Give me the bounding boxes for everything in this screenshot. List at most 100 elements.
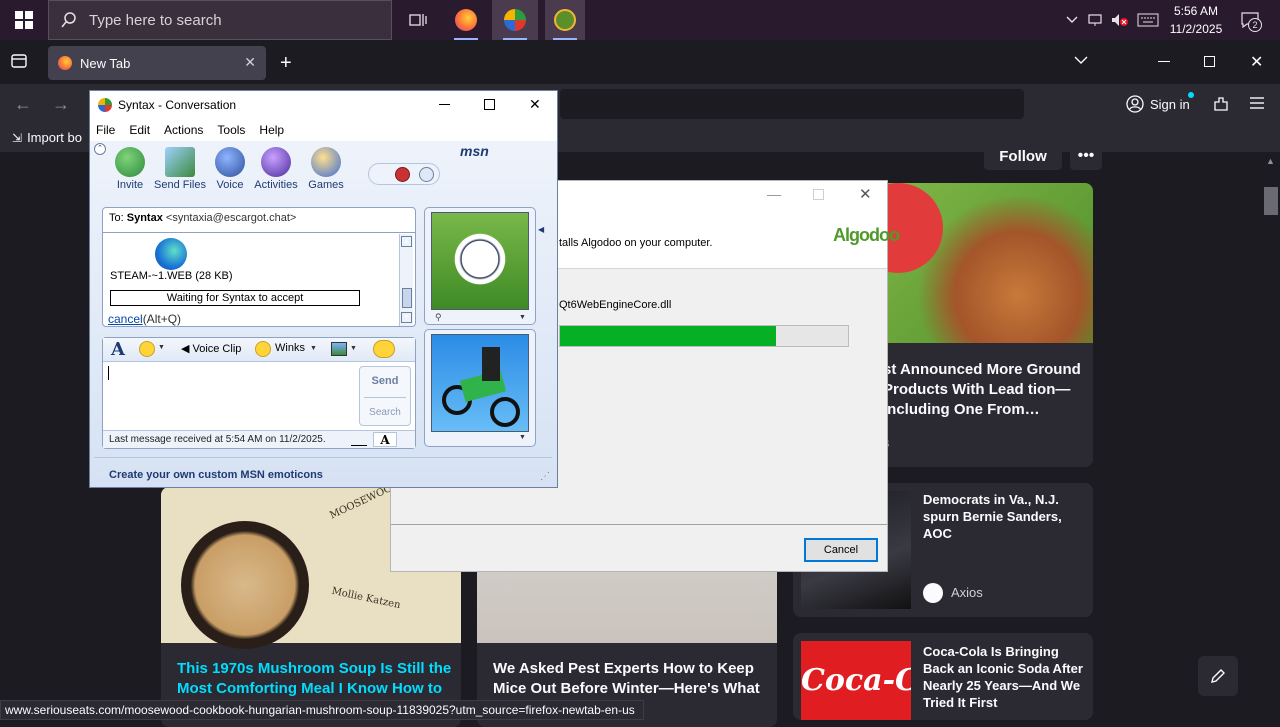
new-tab-button[interactable]: + [280, 52, 292, 75]
close-window-icon[interactable]: ✕ [1250, 52, 1263, 72]
menu-tools[interactable]: Tools [217, 123, 245, 137]
emoticon-dropdown-icon[interactable]: ▼ [158, 344, 165, 351]
scrollbar-thumb[interactable] [1264, 187, 1278, 215]
taskbar-clock[interactable]: 5:56 AM 11/2/2025 [1160, 2, 1232, 38]
scroll-up-arrow-icon[interactable]: ▲ [401, 236, 412, 247]
soccer-ball-image [431, 212, 529, 310]
picture-options-icon[interactable]: ⚲ [435, 312, 442, 323]
conversation-scrollbar[interactable]: ▲ ▼ [399, 234, 413, 326]
network-icon[interactable] [1086, 10, 1106, 30]
installer-cancel-button[interactable]: Cancel [804, 538, 878, 562]
last-message-time: Last message received at 5:54 AM on 11/2… [109, 434, 326, 445]
send-button[interactable]: Send [360, 375, 410, 387]
more-options-icon[interactable]: ••• [1070, 142, 1102, 170]
menu-help[interactable]: Help [259, 123, 284, 137]
winks-dropdown-icon[interactable]: ▼ [310, 345, 317, 352]
card-title: Democrats in Va., N.J. spurn Bernie Sand… [923, 492, 1062, 541]
background-icon[interactable] [419, 167, 434, 182]
emoticon-icon[interactable] [139, 341, 155, 357]
cancel-shortcut: (Alt+Q) [142, 312, 182, 326]
dirtbike-wheel [490, 397, 520, 427]
minimize-icon[interactable] [1158, 61, 1170, 62]
task-view-button[interactable] [398, 0, 438, 40]
games-button[interactable]: Games [300, 147, 352, 191]
taskbar-firefox[interactable] [446, 0, 486, 40]
winks-icon[interactable] [255, 341, 271, 357]
send-files-button[interactable]: Send Files [154, 147, 206, 191]
activities-button[interactable]: Activities [250, 147, 302, 191]
msn-close-icon[interactable]: ✕ [529, 96, 541, 113]
close-tab-icon[interactable]: ✕ [244, 54, 256, 71]
voice-button[interactable]: Voice [204, 147, 256, 191]
collapse-pictures-icon[interactable]: ◀ [538, 225, 544, 234]
menu-edit[interactable]: Edit [129, 123, 150, 137]
account-icon [1126, 95, 1144, 113]
picture-dropdown-icon[interactable]: ▼ [519, 314, 526, 321]
custom-emoticons-link[interactable]: Create your own custom MSN emoticons [109, 469, 323, 481]
font-icon[interactable]: A [111, 339, 125, 360]
forward-arrow-icon[interactable]: → [52, 94, 70, 115]
hamburger-menu-icon[interactable] [1249, 96, 1265, 115]
notification-count-badge: 2 [1248, 18, 1262, 32]
news-card[interactable]: Coca-Cola Coca-Cola Is Bringing Back an … [793, 633, 1093, 720]
page-scrollbar[interactable] [1262, 152, 1280, 700]
installer-close-icon[interactable]: ✕ [859, 185, 872, 203]
to-divider [103, 232, 415, 233]
customize-pencil-icon[interactable] [1198, 656, 1238, 696]
type-text-icon[interactable]: A [373, 432, 397, 447]
send-search-divider [364, 397, 406, 398]
handwriting-icon[interactable] [351, 433, 367, 446]
menu-actions[interactable]: Actions [164, 123, 203, 137]
search-placeholder: Type here to search [89, 11, 222, 29]
keyboard-icon[interactable] [1136, 10, 1160, 30]
cancel-transfer-line: cancel(Alt+Q) [108, 312, 181, 326]
msn-minimize-icon[interactable] [439, 104, 450, 105]
firefox-icon [455, 9, 477, 31]
scroll-thumb[interactable] [402, 288, 412, 308]
to-line: To: Syntax <syntaxia@escargot.chat> [109, 212, 296, 224]
list-all-tabs-icon[interactable] [1074, 52, 1088, 70]
tab-new-tab[interactable]: New Tab ✕ [48, 46, 266, 80]
block-icon[interactable] [395, 167, 410, 182]
motocross-image [431, 334, 529, 432]
import-bookmarks-button[interactable]: ⇲ Import bo [12, 130, 82, 145]
conversation-history: To: Syntax <syntaxia@escargot.chat> STEA… [102, 207, 416, 327]
background-picture-icon[interactable] [331, 342, 347, 356]
chevron-up-icon[interactable] [1062, 10, 1082, 30]
back-arrow-icon[interactable]: ← [14, 94, 32, 115]
picture-dropdown-icon[interactable]: ▼ [519, 434, 526, 441]
message-input[interactable] [103, 362, 359, 430]
background-dropdown-icon[interactable]: ▼ [350, 345, 357, 352]
resize-grip-icon[interactable]: ⋰ [540, 471, 550, 482]
search-button[interactable]: Search [360, 407, 410, 418]
installer-minimize-icon[interactable] [767, 195, 781, 196]
book-author-text: Mollie Katzen [330, 585, 402, 612]
invite-icon [115, 147, 145, 177]
notification-center-icon[interactable]: 2 [1238, 10, 1262, 32]
card-title: We Asked Pest Experts How to Keep Mice O… [493, 660, 760, 697]
footer-divider [94, 457, 552, 458]
start-button[interactable] [0, 0, 48, 40]
restore-icon[interactable] [1204, 56, 1215, 67]
follow-button[interactable]: Follow [984, 142, 1062, 170]
extensions-icon[interactable] [1212, 95, 1230, 118]
taskbar-msn-messenger[interactable] [492, 0, 538, 40]
sign-in-button[interactable]: Sign in [1126, 90, 1200, 118]
follow-label: Follow [999, 147, 1047, 165]
menu-file[interactable]: File [96, 123, 115, 137]
invite-button[interactable]: Invite [104, 147, 156, 191]
volume-muted-icon[interactable] [1110, 10, 1130, 30]
taskbar-algodoo-installer[interactable] [545, 0, 585, 40]
url-bar[interactable] [560, 89, 1024, 119]
msn-maximize-icon[interactable] [484, 99, 495, 110]
cancel-transfer-link[interactable]: cancel [108, 312, 143, 326]
firefox-view-icon[interactable] [10, 52, 30, 72]
scroll-up-icon[interactable]: ▲ [1266, 156, 1275, 166]
nudge-icon[interactable] [373, 340, 395, 358]
winks-button[interactable]: Winks [275, 342, 305, 354]
voice-label: Voice [216, 179, 244, 191]
scroll-down-arrow-icon[interactable]: ▼ [401, 312, 412, 323]
taskbar-search-box[interactable]: Type here to search [48, 0, 392, 40]
import-icon: ⇲ [12, 130, 23, 145]
voice-clip-button[interactable]: ◀ Voice Clip [181, 342, 241, 356]
